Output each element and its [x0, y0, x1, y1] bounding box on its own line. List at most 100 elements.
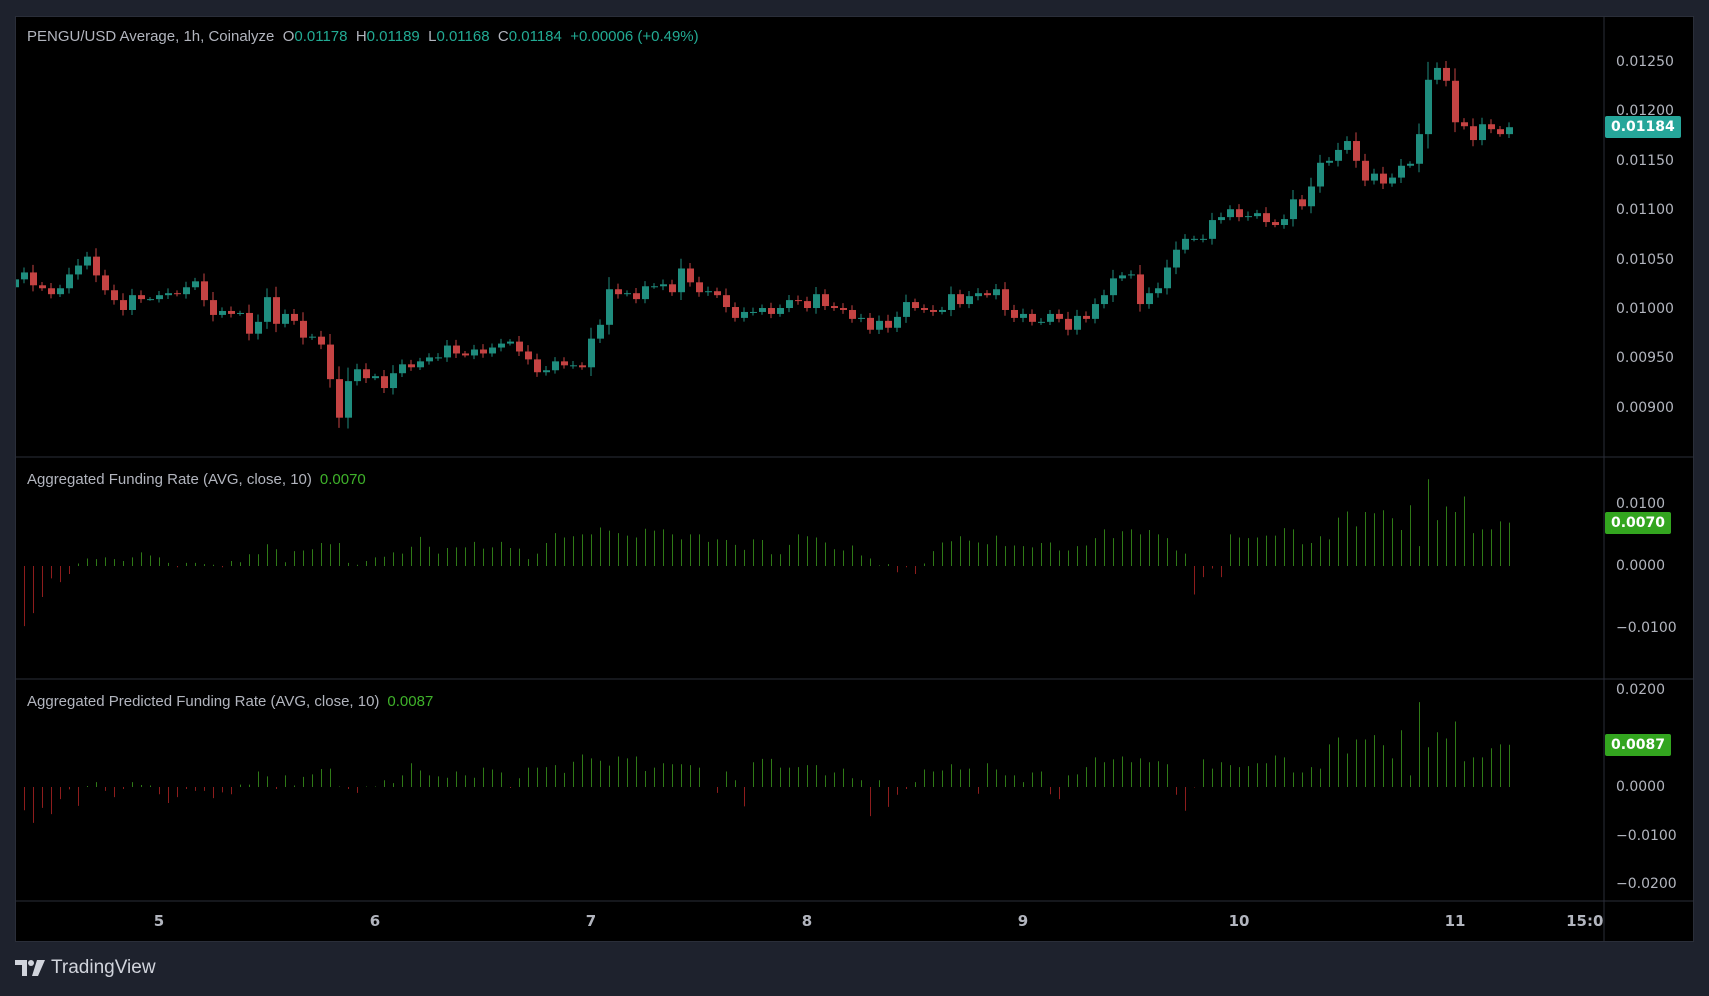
candle-up: [894, 316, 901, 328]
candle-up: [1335, 149, 1342, 161]
candle-up: [192, 281, 199, 288]
candle-up: [1110, 278, 1117, 296]
candle-down: [246, 312, 253, 334]
candle-up: [165, 293, 172, 296]
candle-down: [1236, 209, 1243, 218]
brand-name: TradingView: [51, 957, 156, 978]
price-tick-label: 0.01100: [1616, 202, 1674, 219]
candle-up: [471, 349, 478, 356]
price-tick-label: 0.01250: [1616, 54, 1674, 70]
candle-down: [867, 317, 874, 330]
candle-down: [1056, 313, 1063, 319]
candle-up: [345, 381, 352, 418]
candle-down: [102, 275, 109, 291]
candle-up: [1371, 173, 1378, 181]
candle-up: [705, 291, 712, 293]
time-axis[interactable]: 5 6 7 8 9 10 11 15:00: [15, 901, 1604, 942]
candle-down: [804, 301, 811, 309]
candle-up: [57, 288, 64, 295]
candle-up: [750, 311, 757, 313]
candle-up: [660, 284, 667, 287]
candle-down: [732, 307, 739, 318]
change-value: +0.00006 (+0.49%): [570, 28, 699, 45]
candle-up: [426, 357, 433, 362]
candle-down: [174, 293, 181, 295]
candle-down: [1362, 160, 1369, 181]
candle-up: [1047, 313, 1054, 322]
candle-up: [444, 345, 451, 358]
candle-up: [1281, 219, 1288, 226]
candle-down: [336, 379, 343, 418]
candle-up: [1506, 127, 1513, 135]
candle-down: [525, 351, 532, 360]
candle-up: [1308, 186, 1315, 207]
time-tick-label: 6: [369, 912, 381, 930]
candle-up: [1479, 124, 1486, 141]
candle-down: [1452, 80, 1459, 123]
candle-up: [588, 338, 595, 368]
candle-up: [417, 361, 424, 368]
candle-up: [1191, 238, 1198, 240]
candle-up: [1416, 134, 1423, 164]
candle-up: [1254, 213, 1261, 217]
candle-down: [480, 349, 487, 354]
candle-up: [642, 286, 649, 300]
funding-tick-label: −0.0100: [1616, 620, 1677, 636]
candle-down: [327, 344, 334, 380]
open-label: O: [282, 28, 295, 45]
candle-down: [885, 320, 892, 328]
candle-up: [84, 256, 91, 266]
chart-canvas[interactable]: [0, 0, 1709, 996]
candle-down: [48, 288, 55, 295]
candle-up: [498, 343, 505, 348]
predicted-tick-label: −0.0200: [1616, 876, 1677, 892]
candle-up: [786, 300, 793, 309]
funding-title: Aggregated Funding Rate (AVG, close, 10): [27, 471, 312, 488]
predicted-last-badge: 0.0087: [1605, 733, 1672, 756]
candle-up: [309, 336, 316, 338]
funding-tick-label: 0.0100: [1616, 496, 1665, 512]
funding-tick-label: 0.0000: [1616, 558, 1665, 574]
candle-down: [111, 290, 118, 301]
candle-up: [1425, 79, 1432, 135]
candle-down: [453, 345, 460, 354]
time-tick-label: 8: [801, 912, 813, 930]
candle-up: [390, 373, 397, 389]
price-legend: PENGU/USD Average, 1h, Coinalyze O0.0117…: [27, 28, 699, 45]
candle-up: [966, 296, 973, 305]
candle-down: [1263, 213, 1270, 223]
candle-up: [777, 308, 784, 314]
time-tick-label: 5: [153, 912, 165, 930]
candle-down: [795, 300, 802, 302]
candle-down: [318, 336, 325, 345]
candle-up: [759, 308, 766, 312]
candle-down: [516, 341, 523, 352]
candle-up: [219, 310, 226, 315]
candle-up: [606, 289, 613, 325]
candle-up: [1227, 209, 1234, 218]
candle-up: [741, 311, 748, 318]
candle-down: [1380, 173, 1387, 184]
close-label: C: [497, 28, 509, 45]
candle-down: [561, 361, 568, 366]
candle-down: [696, 282, 703, 293]
candle-up: [21, 272, 28, 280]
tradingview-logo[interactable]: TradingView: [15, 957, 156, 979]
candle-up: [1344, 141, 1351, 150]
price-tick-label: 0.01050: [1616, 251, 1674, 268]
candle-down: [930, 309, 937, 312]
candle-up: [1209, 220, 1216, 239]
candle-up: [399, 364, 406, 374]
candle-up: [354, 369, 361, 382]
candle-down: [849, 309, 856, 319]
candle-up: [1119, 275, 1126, 279]
candle-up: [372, 376, 379, 379]
candle-up: [183, 287, 190, 295]
candle-down: [633, 293, 640, 300]
candle-up: [66, 274, 73, 289]
candle-up: [489, 347, 496, 354]
candle-up: [1092, 304, 1099, 319]
candle-up: [858, 317, 865, 319]
open-value: 0.01178: [294, 28, 348, 45]
candle-down: [1065, 318, 1072, 330]
